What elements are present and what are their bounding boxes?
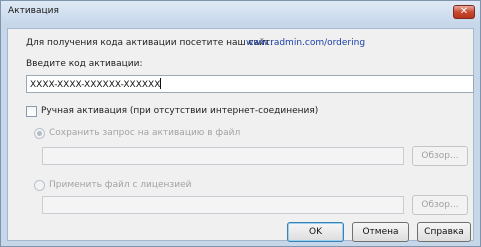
manual-activation-checkbox[interactable]	[26, 106, 37, 117]
save-request-radio[interactable]	[34, 128, 45, 139]
browse-save-button[interactable]: Обзор...	[412, 146, 468, 166]
apply-license-radio[interactable]	[34, 180, 45, 191]
activation-code-value: XXXX-XXXX-XXXXXX-XXXXXX	[30, 80, 161, 90]
cancel-button[interactable]: Отмена	[352, 222, 409, 242]
ok-button[interactable]: OK	[287, 222, 344, 242]
text-caret	[160, 78, 162, 89]
save-request-label[interactable]: Сохранить запрос на активацию в файл	[49, 128, 240, 138]
browse-license-button[interactable]: Обзор...	[412, 195, 468, 215]
code-label: Введите код активации:	[26, 59, 143, 69]
help-button[interactable]: Справка	[417, 222, 471, 242]
save-request-path-input[interactable]	[42, 147, 404, 165]
manual-activation-label[interactable]: Ручная активация (при отсутствии интерне…	[41, 106, 318, 116]
ordering-link[interactable]: www.radmin.com/ordering	[246, 38, 365, 48]
activation-dialog: Активация ✕ Для получения кода активации…	[0, 0, 481, 247]
close-button[interactable]: ✕	[453, 5, 475, 19]
dialog-body: Для получения кода активации посетите на…	[7, 28, 474, 242]
title-bar[interactable]: Активация ✕	[1, 1, 480, 23]
activation-code-input[interactable]: XXXX-XXXX-XXXXXX-XXXXXX	[26, 75, 474, 93]
license-path-input[interactable]	[42, 196, 404, 214]
apply-license-label[interactable]: Применить файл с лицензией	[49, 180, 191, 190]
dialog-title: Активация	[8, 6, 59, 16]
intro-text: Для получения кода активации посетите на…	[26, 38, 274, 48]
